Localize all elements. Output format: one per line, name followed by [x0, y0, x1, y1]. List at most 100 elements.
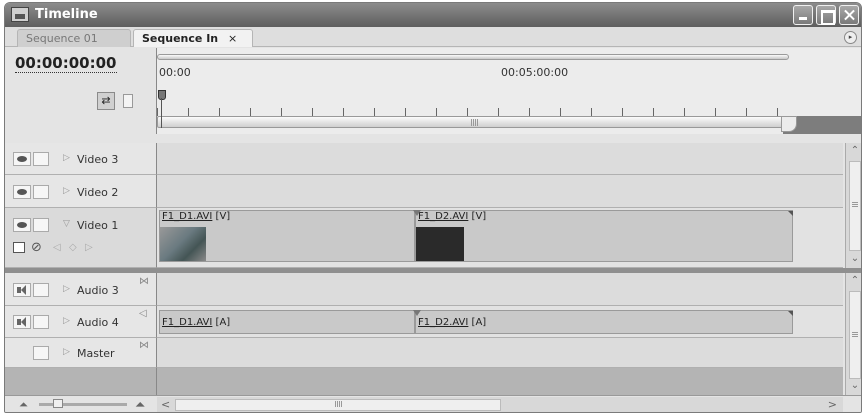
- clip-suffix: [V]: [468, 211, 487, 222]
- close-button[interactable]: [839, 5, 859, 25]
- clip-suffix: [V]: [212, 211, 231, 222]
- track-lock-toggle[interactable]: [33, 346, 49, 360]
- eye-icon[interactable]: [13, 218, 31, 232]
- audio-tracks: ▷ Audio 3 ⋈ ▷ Audio 4 ◁ F1_D1.AVI [A] F1…: [5, 273, 861, 395]
- playhead-marker[interactable]: [158, 90, 166, 130]
- clip-name: F1_D1.AVI: [162, 211, 213, 222]
- video-tracks: ▷ Video 3 ▷ Video 2 ▽ Video 1 ⊘ ◁ ◇ ▷ F1…: [5, 143, 861, 268]
- speaker-icon[interactable]: [13, 283, 31, 297]
- clip-f1-d2-video[interactable]: F1_D2.AVI [V]: [413, 210, 793, 262]
- clip-thumbnail: [160, 227, 206, 261]
- snap-icon[interactable]: ⇄: [97, 92, 115, 110]
- clip-f1-d2-audio[interactable]: F1_D2.AVI [A]: [413, 310, 793, 334]
- track-area-audio-3[interactable]: [157, 273, 843, 306]
- next-keyframe-icon[interactable]: ▷: [85, 242, 93, 253]
- track-header-video-3[interactable]: ▷ Video 3: [5, 143, 157, 175]
- track-lock-toggle[interactable]: [33, 152, 49, 166]
- track-area-video-2[interactable]: [157, 175, 843, 208]
- empty-track-area: [157, 368, 843, 395]
- add-keyframe-icon[interactable]: ◇: [69, 242, 77, 253]
- ruler-label-5min: 00:05:00:00: [501, 66, 569, 79]
- panel-menu-icon[interactable]: ▸: [844, 31, 857, 44]
- track-header-audio-3[interactable]: ▷ Audio 3 ⋈: [5, 273, 157, 306]
- tab-sequence-01[interactable]: Sequence 01: [17, 29, 131, 47]
- speaker-icon[interactable]: [13, 315, 31, 329]
- scroll-thumb[interactable]: [849, 291, 861, 379]
- eye-icon[interactable]: [13, 185, 31, 199]
- window-title: Timeline: [35, 7, 98, 22]
- track-area-video-3[interactable]: [157, 143, 843, 175]
- track-area-video-1[interactable]: F1_D1.AVI [V] F1_D2.AVI [V]: [157, 208, 843, 268]
- twirl-collapse-icon[interactable]: ▽: [63, 219, 70, 229]
- timeline-header-controls: 00:00:00:00 ⇄: [5, 48, 157, 134]
- tab-close-icon[interactable]: ×: [228, 32, 237, 45]
- viewing-area-bar[interactable]: [157, 54, 789, 60]
- clip-end-marker: [788, 211, 793, 216]
- current-timecode[interactable]: 00:00:00:00: [15, 54, 117, 73]
- clip-start-marker: [413, 310, 421, 316]
- track-area-master[interactable]: [157, 338, 843, 368]
- audio-vertical-scrollbar[interactable]: ⌃ ⌄: [845, 273, 861, 395]
- clip-name: F1_D1.AVI: [162, 317, 213, 328]
- clip-end-marker: [788, 311, 793, 316]
- track-area-audio-4[interactable]: F1_D1.AVI [A] F1_D2.AVI [A]: [157, 306, 843, 338]
- track-lock-toggle[interactable]: [33, 315, 49, 329]
- tab-label: Sequence 01: [26, 32, 98, 45]
- time-ruler[interactable]: 00:00 00:05:00:00: [157, 48, 861, 134]
- title-bar[interactable]: Timeline: [5, 3, 861, 27]
- keyframe-toggle-icon[interactable]: ⊘: [31, 240, 42, 255]
- track-lock-toggle[interactable]: [33, 283, 49, 297]
- track-name: Audio 4: [77, 316, 119, 329]
- zoom-slider-knob[interactable]: [53, 399, 63, 408]
- marker-icon[interactable]: [121, 92, 135, 110]
- scroll-down-icon[interactable]: ⌄: [849, 253, 861, 265]
- clip-f1-d1-video[interactable]: F1_D1.AVI [V]: [159, 210, 415, 262]
- twirl-expand-icon[interactable]: ▷: [63, 316, 70, 326]
- maximize-button[interactable]: [816, 5, 836, 25]
- work-area-grip[interactable]: [471, 119, 479, 126]
- scroll-right-icon[interactable]: >: [828, 398, 837, 411]
- twirl-expand-icon[interactable]: ▷: [63, 186, 70, 196]
- twirl-expand-icon[interactable]: ▷: [63, 153, 70, 163]
- horizontal-scroll-grip: [335, 401, 343, 407]
- scroll-thumb[interactable]: [849, 161, 861, 251]
- eye-icon[interactable]: [13, 152, 31, 166]
- ruler-label-start: 00:00: [159, 66, 191, 79]
- audio-type-icon: ⋈: [139, 276, 149, 287]
- clip-thumbnail: [416, 227, 464, 261]
- scroll-up-icon[interactable]: ⌃: [849, 275, 861, 287]
- track-header-master[interactable]: ▷ Master ⋈: [5, 338, 157, 368]
- zoom-slider[interactable]: [39, 399, 127, 408]
- track-lock-toggle[interactable]: [33, 185, 49, 199]
- audio-type-icon: ⋈: [139, 340, 149, 351]
- tab-sequence-in[interactable]: Sequence In ×: [133, 29, 253, 47]
- zoom-in-icon[interactable]: ⏶: [135, 398, 145, 412]
- scroll-left-icon[interactable]: <: [161, 398, 170, 411]
- track-lock-toggle[interactable]: [33, 218, 49, 232]
- ruler-ticks: [157, 108, 789, 116]
- clip-name: F1_D2.AVI: [418, 211, 469, 222]
- clip-name: F1_D2.AVI: [418, 317, 469, 328]
- track-header-video-1[interactable]: ▽ Video 1 ⊘ ◁ ◇ ▷: [5, 208, 157, 268]
- scroll-up-icon[interactable]: ⌃: [849, 145, 861, 157]
- scroll-down-icon[interactable]: ⌄: [849, 380, 861, 392]
- work-area-end: [781, 116, 861, 134]
- track-header-audio-4[interactable]: ▷ Audio 4 ◁: [5, 306, 157, 338]
- track-header-video-2[interactable]: ▷ Video 2: [5, 175, 157, 208]
- tab-label: Sequence In: [142, 32, 219, 45]
- minimize-button[interactable]: [793, 5, 813, 25]
- clip-start-marker: [413, 210, 421, 216]
- track-name: Video 1: [77, 219, 119, 232]
- empty-header-area: [5, 368, 157, 395]
- zoom-out-icon[interactable]: ⏶: [19, 398, 28, 412]
- twirl-expand-icon[interactable]: ▷: [63, 347, 70, 357]
- video-vertical-scrollbar[interactable]: ⌃ ⌄: [845, 143, 861, 268]
- horizontal-scrollbar[interactable]: < >: [157, 397, 843, 412]
- twirl-expand-icon[interactable]: ▷: [63, 284, 70, 294]
- prev-keyframe-icon[interactable]: ◁: [53, 242, 61, 253]
- track-name: Video 3: [77, 153, 119, 166]
- clip-f1-d1-audio[interactable]: F1_D1.AVI [A]: [159, 310, 415, 334]
- track-name: Master: [77, 347, 115, 360]
- sequence-tabs: Sequence 01 Sequence In × ▸: [5, 27, 861, 47]
- display-style-icon[interactable]: [13, 242, 25, 253]
